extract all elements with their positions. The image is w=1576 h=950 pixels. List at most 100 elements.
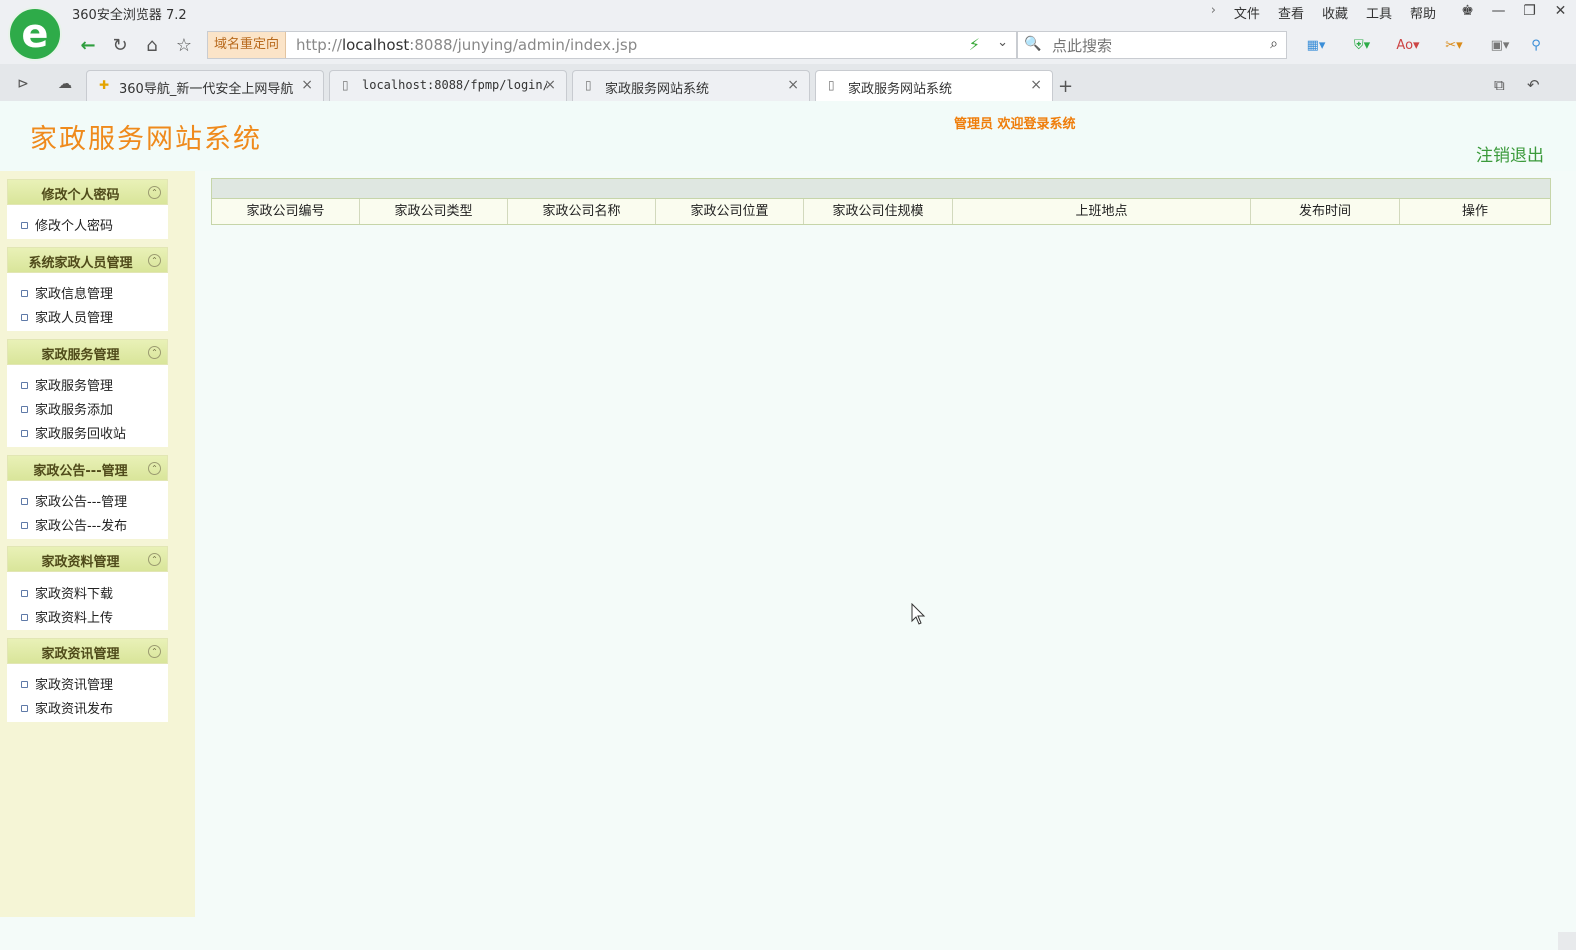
lightning-icon[interactable]: ⚡: [969, 35, 980, 54]
column-header-name: 家政公司名称: [508, 199, 656, 224]
address-bar[interactable]: 域名重定向 http://localhost:8088/junying/admi…: [207, 31, 1017, 59]
sidebar-group-body: 家政信息管理 家政人员管理: [7, 273, 168, 331]
sidebar-group-body: 修改个人密码: [7, 205, 168, 239]
menu-favorites[interactable]: 收藏: [1322, 3, 1348, 22]
address-toolbar: ← ↻ ⌂ ☆ 域名重定向 http://localhost:8088/juny…: [0, 28, 1576, 64]
collapse-icon[interactable]: ⌃: [148, 186, 161, 199]
sidebar-toggle-icon[interactable]: ⊳: [10, 71, 36, 97]
sidebar-item-staff-manage[interactable]: 家政人员管理: [21, 307, 113, 326]
menu-help[interactable]: 帮助: [1410, 3, 1436, 22]
mouse-cursor-icon: [911, 603, 926, 625]
tab-close-icon[interactable]: ×: [301, 77, 313, 93]
browser-menu: › 文件 查看 收藏 工具 帮助: [1211, 3, 1436, 22]
pdf-icon[interactable]: Ao▾: [1388, 34, 1428, 56]
shield-icon[interactable]: ⛨▾: [1342, 34, 1382, 56]
image-icon[interactable]: ▣▾: [1480, 34, 1520, 56]
screenshot-icon[interactable]: ✂▾: [1434, 34, 1474, 56]
sidebar-group-notice[interactable]: 家政公告---管理 ⌃: [7, 455, 168, 481]
bullet-icon: [21, 222, 28, 229]
back-arrow-icon[interactable]: ←: [72, 31, 104, 59]
collapse-icon[interactable]: ⌃: [148, 346, 161, 359]
tab-close-icon[interactable]: ×: [787, 77, 799, 93]
bullet-icon: [21, 314, 28, 321]
collapse-icon[interactable]: ⌃: [148, 645, 161, 658]
extension-icons: ▦▾ ⛨▾ Ao▾ ✂▾ ▣▾ ⚲: [1296, 34, 1546, 56]
collapse-icon[interactable]: ⌃: [148, 462, 161, 475]
site-header: 家政服务网站系统 管理员 欢迎登录系统 注销退出: [0, 101, 1576, 171]
column-header-actions: 操作: [1400, 199, 1550, 224]
chevron-down-icon[interactable]: ⌄: [997, 35, 1008, 50]
apps-icon[interactable]: ▦▾: [1296, 34, 1336, 56]
site-title: 家政服务网站系统: [30, 124, 262, 155]
tab-close-icon[interactable]: ×: [1030, 77, 1042, 93]
bullet-icon: [21, 681, 28, 688]
search-input[interactable]: [1050, 34, 1254, 58]
tab-close-icon[interactable]: ×: [544, 77, 556, 93]
sidebar-group-body: 家政资料下载 家政资料上传: [7, 572, 168, 630]
sidebar-group-body: 家政服务管理 家政服务添加 家政服务回收站: [7, 365, 168, 447]
column-header-id: 家政公司编号: [212, 199, 360, 224]
bullet-icon: [21, 382, 28, 389]
page-icon: ▯: [828, 78, 835, 92]
menu-view[interactable]: 查看: [1278, 3, 1304, 22]
plus-circle-icon: ✚: [99, 78, 110, 92]
sidebar-group-staff[interactable]: 系统家政人员管理 ⌃: [7, 247, 168, 273]
sidebar-group-docs[interactable]: 家政资料管理 ⌃: [7, 546, 168, 572]
sidebar-item-info-manage[interactable]: 家政信息管理: [21, 283, 113, 302]
menu-file[interactable]: 文件: [1234, 3, 1260, 22]
tab-localhost-login[interactable]: ▯ localhost:8088/fpmp/login/ ×: [329, 70, 567, 101]
sidebar-group-service[interactable]: 家政服务管理 ⌃: [7, 339, 168, 365]
bullet-icon: [21, 430, 28, 437]
minimize-icon[interactable]: —: [1483, 0, 1514, 22]
zoom-icon[interactable]: ⚲: [1526, 34, 1546, 56]
tab-360-nav[interactable]: ✚ 360导航_新一代安全上网导航 ×: [86, 70, 324, 101]
redirect-badge[interactable]: 域名重定向: [208, 32, 287, 58]
tab-site-active[interactable]: ▯ 家政服务网站系统 ×: [815, 70, 1053, 102]
menu-tools[interactable]: 工具: [1366, 3, 1392, 22]
sidebar-item-service-add[interactable]: 家政服务添加: [21, 399, 113, 418]
collapse-icon[interactable]: ⌃: [148, 254, 161, 267]
new-tab-icon[interactable]: +: [1058, 76, 1073, 97]
browser-logo-icon[interactable]: e: [8, 7, 62, 61]
close-icon[interactable]: ✕: [1545, 0, 1576, 22]
page-icon: ▯: [585, 78, 592, 92]
sidebar-group-password[interactable]: 修改个人密码 ⌃: [7, 179, 168, 205]
search-engine-icon[interactable]: 🔍: [1024, 36, 1041, 52]
bullet-icon: [21, 705, 28, 712]
tab-list-icon[interactable]: ⧉: [1494, 76, 1505, 94]
sidebar-group-news[interactable]: 家政资讯管理 ⌃: [7, 638, 168, 664]
restore-icon[interactable]: ❐: [1514, 0, 1545, 22]
sidebar-item-docs-upload[interactable]: 家政资料上传: [21, 607, 113, 626]
tab-site-1[interactable]: ▯ 家政服务网站系统 ×: [572, 70, 810, 101]
sidebar-item-service-manage[interactable]: 家政服务管理: [21, 375, 113, 394]
collapse-icon[interactable]: ⌃: [148, 553, 161, 566]
table-toolbar: [212, 179, 1550, 199]
sidebar-item-news-publish[interactable]: 家政资讯发布: [21, 698, 113, 717]
column-header-scale: 家政公司住规模: [804, 199, 953, 224]
refresh-icon[interactable]: ↻: [104, 31, 136, 59]
sidebar-item-notice-manage[interactable]: 家政公告---管理: [21, 491, 127, 510]
undo-close-icon[interactable]: ↶: [1527, 76, 1540, 94]
sidebar-group-body: 家政公告---管理 家政公告---发布: [7, 481, 168, 539]
url-text[interactable]: http://localhost:8088/junying/admin/inde…: [296, 32, 637, 58]
sidebar-item-news-manage[interactable]: 家政资讯管理: [21, 674, 113, 693]
column-header-publish-time: 发布时间: [1251, 199, 1400, 224]
window-controls: ♚ — ❐ ✕: [1452, 0, 1576, 22]
sidebar-item-docs-download[interactable]: 家政资料下载: [21, 583, 113, 602]
page: 家政服务网站系统 管理员 欢迎登录系统 注销退出 修改个人密码 ⌃ 修改个人密码…: [0, 101, 1576, 950]
sidebar-item-change-password[interactable]: 修改个人密码: [21, 215, 113, 234]
column-header-workplace: 上班地点: [953, 199, 1251, 224]
chevron-right-icon[interactable]: ›: [1211, 3, 1216, 22]
browser-titlebar: 360安全浏览器 7.2 › 文件 查看 收藏 工具 帮助 ♚ — ❐ ✕: [0, 0, 1576, 28]
sidebar-item-notice-publish[interactable]: 家政公告---发布: [21, 515, 127, 534]
column-header-location: 家政公司位置: [656, 199, 804, 224]
star-icon[interactable]: ☆: [168, 31, 200, 59]
logout-link[interactable]: 注销退出: [1476, 141, 1544, 166]
skin-icon[interactable]: ♚: [1452, 0, 1483, 22]
bullet-icon: [21, 498, 28, 505]
search-icon[interactable]: ⌕: [1270, 36, 1278, 52]
cloud-icon[interactable]: ☁: [52, 71, 78, 97]
home-icon[interactable]: ⌂: [136, 31, 168, 59]
nav-buttons: ← ↻ ⌂ ☆: [72, 31, 200, 59]
sidebar-item-service-recycle[interactable]: 家政服务回收站: [21, 423, 126, 442]
